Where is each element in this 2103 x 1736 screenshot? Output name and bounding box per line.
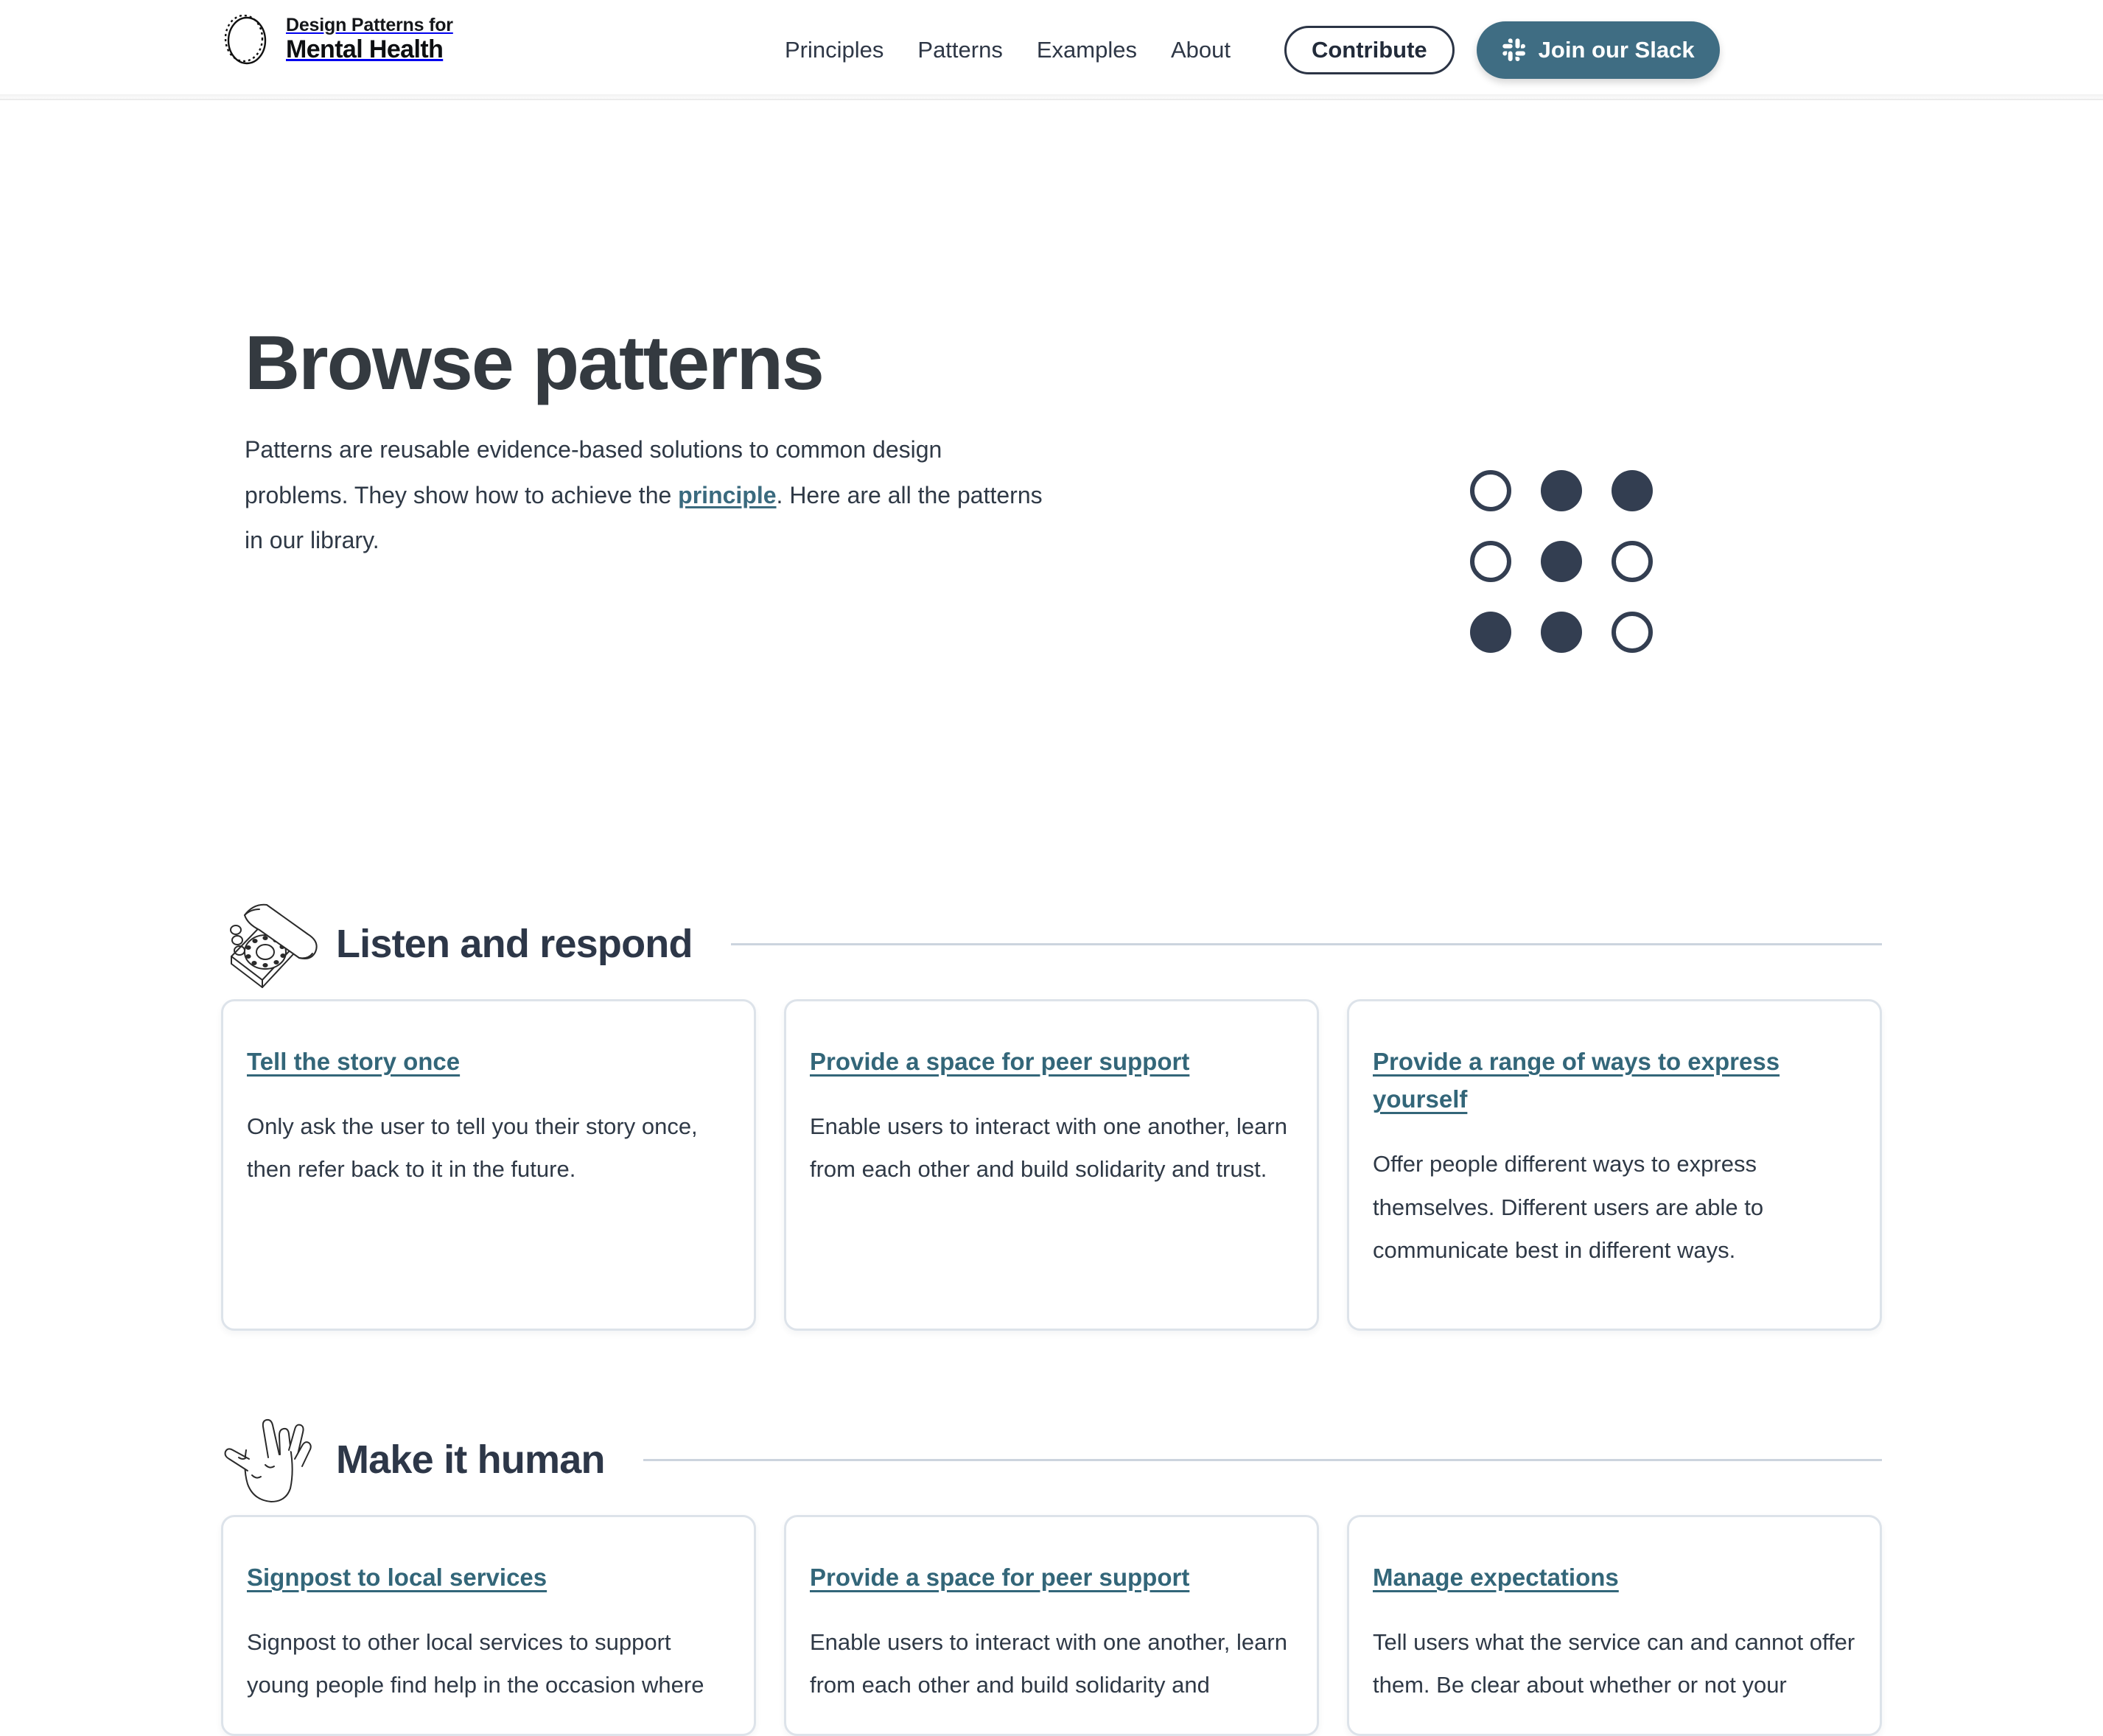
pattern-card-grid: Signpost to local services Signpost to o… <box>221 1515 1882 1736</box>
nav-item-principles[interactable]: Principles <box>785 37 900 63</box>
dot-hollow <box>1612 541 1653 582</box>
dot-filled <box>1612 470 1653 511</box>
dot-grid-graphic <box>1455 455 1668 668</box>
nav-item-examples[interactable]: Examples <box>1020 37 1154 63</box>
join-slack-label: Join our Slack <box>1538 37 1695 63</box>
pattern-card-title[interactable]: Tell the story once <box>247 1048 460 1075</box>
pattern-card-description: Tell users what the service can and cann… <box>1373 1629 1855 1698</box>
pattern-card[interactable]: Manage expectations Tell users what the … <box>1347 1515 1882 1736</box>
contribute-button[interactable]: Contribute <box>1284 26 1455 74</box>
section-title: Listen and respond <box>336 922 693 966</box>
open-hand-icon <box>221 1412 332 1508</box>
nav-item-about[interactable]: About <box>1154 37 1248 63</box>
pattern-card-title[interactable]: Provide a space for peer support <box>810 1048 1189 1075</box>
pattern-card-title[interactable]: Manage expectations <box>1373 1564 1619 1591</box>
card-title-wrapper: Provide a range of ways to express yours… <box>1373 1043 1856 1118</box>
dot-filled <box>1541 470 1582 511</box>
section-title: Make it human <box>336 1438 605 1482</box>
pattern-card-description: Enable users to interact with one anothe… <box>810 1629 1287 1698</box>
card-title-wrapper: Provide a space for peer support <box>810 1558 1293 1596</box>
page-title: Browse patterns <box>245 321 825 406</box>
pattern-card-description: Only ask the user to tell you their stor… <box>247 1113 698 1183</box>
card-title-wrapper: Tell the story once <box>247 1043 730 1080</box>
pattern-card-description: Offer people different ways to express t… <box>1373 1151 1764 1263</box>
card-title-wrapper: Manage expectations <box>1373 1558 1856 1596</box>
dot-hollow <box>1612 612 1653 653</box>
principle-link[interactable]: principle <box>678 482 776 508</box>
pattern-card[interactable]: Signpost to local services Signpost to o… <box>221 1515 756 1736</box>
dot-filled <box>1541 612 1582 653</box>
card-title-wrapper: Provide a space for peer support <box>810 1043 1293 1080</box>
nav-item-patterns[interactable]: Patterns <box>900 37 1019 63</box>
pattern-card-title[interactable]: Signpost to local services <box>247 1564 547 1591</box>
brand-line-1: Design Patterns for <box>286 14 453 35</box>
dot-filled <box>1470 612 1511 653</box>
dot-hollow <box>1470 541 1511 582</box>
pattern-card[interactable]: Provide a range of ways to express yours… <box>1347 999 1882 1331</box>
dot-hollow <box>1470 470 1511 511</box>
pattern-card-title[interactable]: Provide a range of ways to express yours… <box>1373 1048 1780 1113</box>
join-slack-button[interactable]: Join our Slack <box>1476 21 1720 79</box>
pattern-card[interactable]: Tell the story once Only ask the user to… <box>221 999 756 1331</box>
brand-text: Design Patterns for Mental Health <box>286 15 453 63</box>
section-header: Listen and respond <box>221 889 1882 999</box>
brand-line-2: Mental Health <box>286 35 444 63</box>
hero-description: Patterns are reusable evidence-based sol… <box>245 427 1048 563</box>
card-title-wrapper: Signpost to local services <box>247 1558 730 1596</box>
section-header: Make it human <box>221 1404 1882 1515</box>
section-rule <box>643 1458 1882 1461</box>
dot-filled <box>1541 541 1582 582</box>
pattern-card[interactable]: Provide a space for peer support Enable … <box>784 1515 1319 1736</box>
rotary-telephone-icon <box>221 896 332 992</box>
main-navigation: Principles Patterns Examples About Contr… <box>785 0 1720 100</box>
pattern-card-description: Enable users to interact with one anothe… <box>810 1113 1287 1183</box>
slack-icon <box>1502 38 1527 63</box>
site-header: Design Patterns for Mental Health Princi… <box>0 0 2103 100</box>
section-rule <box>730 942 1882 945</box>
dotted-circle-logo-icon <box>221 12 270 66</box>
hero-text-block: Browse patterns Patterns are reusable ev… <box>245 321 1129 564</box>
pattern-card-grid: Tell the story once Only ask the user to… <box>221 999 1882 1331</box>
section-listen-and-respond: Listen and respond Tell the story once O… <box>0 889 2103 1331</box>
pattern-card-title[interactable]: Provide a space for peer support <box>810 1564 1189 1591</box>
hero-section: Browse patterns Patterns are reusable ev… <box>0 100 2103 837</box>
brand-logo[interactable]: Design Patterns for Mental Health <box>221 12 453 66</box>
pattern-card[interactable]: Provide a space for peer support Enable … <box>784 999 1319 1331</box>
pattern-card-description: Signpost to other local services to supp… <box>247 1629 704 1698</box>
section-make-it-human: Make it human Signpost to local services… <box>0 1404 2103 1736</box>
